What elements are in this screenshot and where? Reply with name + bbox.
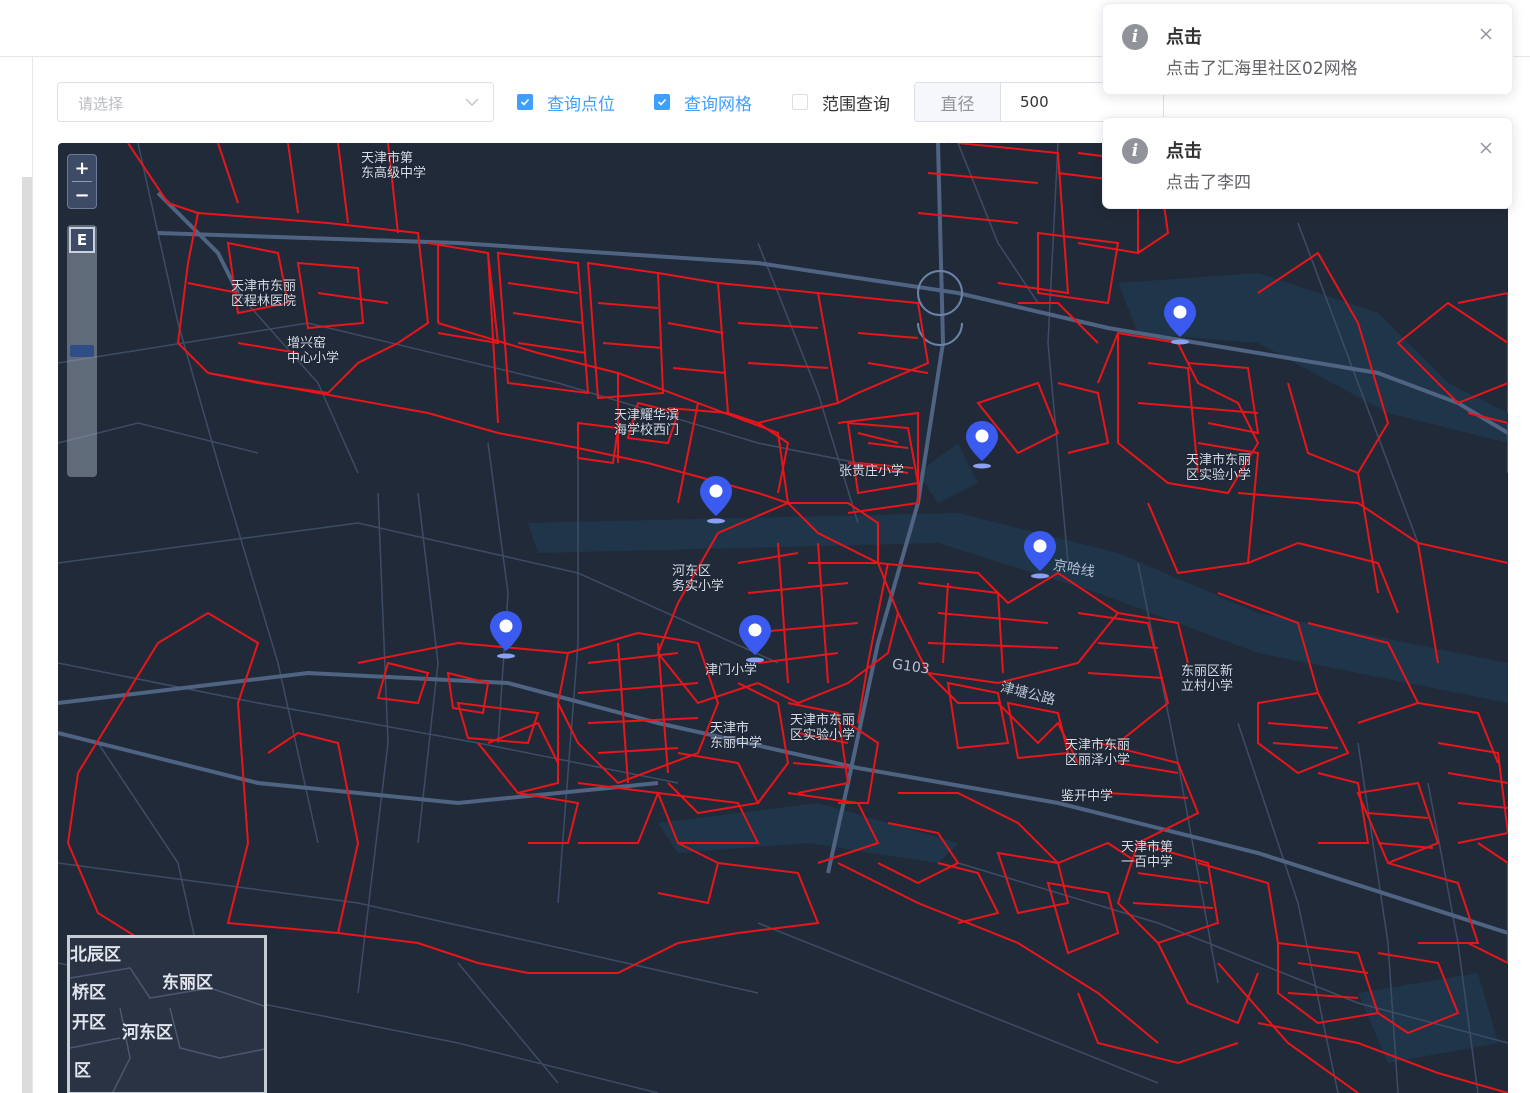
- close-icon[interactable]: [1478, 26, 1494, 42]
- checkbox-checked-icon[interactable]: [654, 94, 670, 110]
- query-points-label: 查询点位: [547, 94, 615, 115]
- query-grid-checkbox[interactable]: 查询网格: [654, 90, 752, 115]
- sidebar-divider: [32, 57, 33, 1093]
- area-select[interactable]: 请选择: [57, 82, 494, 122]
- map-poi-label: 天津市东丽 区丽泽小学: [1065, 738, 1131, 768]
- map-marker-pin[interactable]: [488, 609, 524, 661]
- map-poi-label: 天津市东丽 区实验小学: [790, 713, 856, 743]
- range-query-checkbox[interactable]: 范围查询: [792, 90, 890, 115]
- close-icon[interactable]: [1478, 140, 1494, 156]
- zoom-out-button[interactable]: −: [68, 182, 96, 208]
- left-sidebar-edge: [0, 57, 33, 1093]
- overview-district-label: 区: [74, 1061, 91, 1081]
- chevron-down-icon: [465, 98, 479, 106]
- zoom-slider-thumb[interactable]: [70, 345, 94, 357]
- map-poi-label: 天津耀华滨 海学校西门: [614, 408, 680, 438]
- map-marker-pin[interactable]: [1022, 529, 1058, 581]
- range-query-label: 范围查询: [822, 94, 890, 115]
- map-canvas[interactable]: 天津市第 东高级中学 天津市东丽 区程林医院 增兴窑 中心小学 天津耀华滨 海学…: [58, 143, 1508, 1093]
- map-poi-label: 天津市东丽 区实验小学: [1186, 453, 1252, 483]
- eagle-eye-toggle-button[interactable]: E: [69, 227, 95, 253]
- zoom-control: + −: [67, 154, 97, 209]
- map-poi-label: 张贵庄小学: [839, 464, 905, 479]
- map-marker-pin[interactable]: [698, 474, 734, 526]
- map-poi-label: 津门小学: [705, 663, 758, 678]
- overview-district-label: 河东区: [122, 1023, 173, 1043]
- checkbox-unchecked-icon[interactable]: [792, 94, 808, 110]
- info-icon: i: [1122, 24, 1148, 50]
- map-poi-label: 增兴窑 中心小学: [287, 336, 340, 366]
- notification-message: 点击了汇海里社区02网格: [1166, 59, 1358, 79]
- overview-district-label: 桥区: [72, 983, 106, 1003]
- notification-title: 点击: [1166, 27, 1202, 48]
- map-marker-pin[interactable]: [964, 419, 1000, 471]
- zoom-slider[interactable]: E: [67, 225, 97, 477]
- info-icon: i: [1122, 138, 1148, 164]
- map-marker-pin[interactable]: [1162, 295, 1198, 347]
- notification-title: 点击: [1166, 141, 1202, 162]
- map-marker-pin[interactable]: [737, 613, 773, 665]
- map-poi-label: 天津市第 东高级中学: [361, 151, 427, 181]
- map-poi-label: 河东区 务实小学: [672, 564, 725, 594]
- query-grid-label: 查询网格: [684, 94, 752, 115]
- checkbox-checked-icon[interactable]: [517, 94, 533, 110]
- map-poi-label: 东丽区新 立村小学: [1181, 664, 1234, 694]
- overview-district-label: 北辰区: [70, 945, 121, 965]
- map-poi-label: 鉴开中学: [1061, 789, 1114, 804]
- overview-district-label: 开区: [72, 1013, 106, 1033]
- notification-toast: i 点击 点击了汇海里社区02网格: [1102, 3, 1513, 95]
- map-poi-label: 天津市第 一百中学: [1121, 840, 1174, 870]
- overview-district-label: 东丽区: [162, 973, 213, 993]
- area-select-placeholder: 请选择: [78, 95, 124, 113]
- map-poi-label: 天津市 东丽中学: [710, 721, 763, 751]
- query-points-checkbox[interactable]: 查询点位: [517, 90, 615, 115]
- overview-minimap[interactable]: 北辰区 东丽区 桥区 开区 河东区 区: [67, 935, 267, 1093]
- diameter-prepend-label: 直径: [915, 83, 1001, 121]
- map-poi-label: 天津市东丽 区程林医院: [231, 279, 297, 309]
- notification-toast: i 点击 点击了李四: [1102, 117, 1513, 209]
- notification-message: 点击了李四: [1166, 173, 1251, 193]
- zoom-in-button[interactable]: +: [68, 155, 96, 181]
